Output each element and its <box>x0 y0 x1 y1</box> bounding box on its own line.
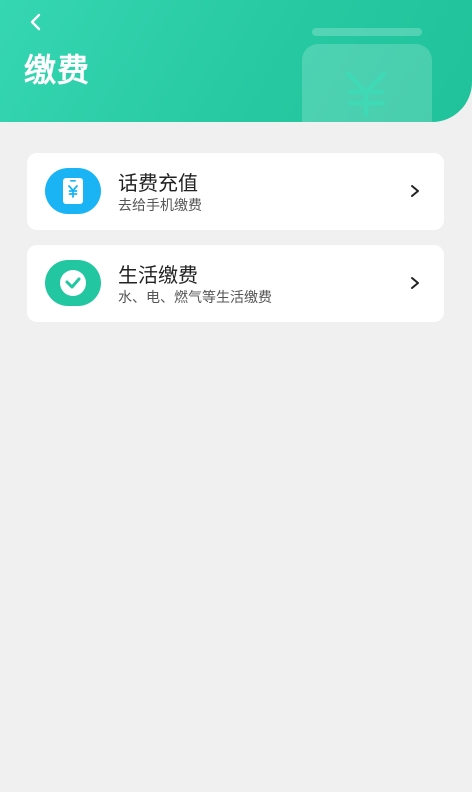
item-subtitle: 水、电、燃气等生活缴费 <box>118 290 272 306</box>
check-circle-icon <box>60 270 86 296</box>
back-button[interactable] <box>22 8 48 36</box>
phone-recharge-item[interactable]: 话费充值 去给手机缴费 <box>27 153 444 230</box>
item-title: 话费充值 <box>118 171 198 195</box>
yen-wallet-icon <box>302 28 432 122</box>
item-subtitle: 去给手机缴费 <box>118 198 202 214</box>
chevron-left-icon <box>30 13 41 31</box>
phone-recharge-icon-badge <box>45 168 101 214</box>
item-title: 生活缴费 <box>118 263 198 287</box>
phone-yen-icon <box>63 178 83 204</box>
chevron-right-icon <box>411 185 419 197</box>
payment-list: 话费充值 去给手机缴费 生活缴费 水、电、燃气等生活缴费 <box>27 153 444 337</box>
page: 缴费 话费充值 去给手机缴费 生活缴费 水、电、燃气等生活缴费 <box>0 0 472 792</box>
page-title: 缴费 <box>24 51 91 89</box>
life-payment-icon-badge <box>45 260 101 306</box>
life-payment-item[interactable]: 生活缴费 水、电、燃气等生活缴费 <box>27 245 444 322</box>
chevron-right-icon <box>411 277 419 289</box>
header: 缴费 <box>0 0 472 122</box>
